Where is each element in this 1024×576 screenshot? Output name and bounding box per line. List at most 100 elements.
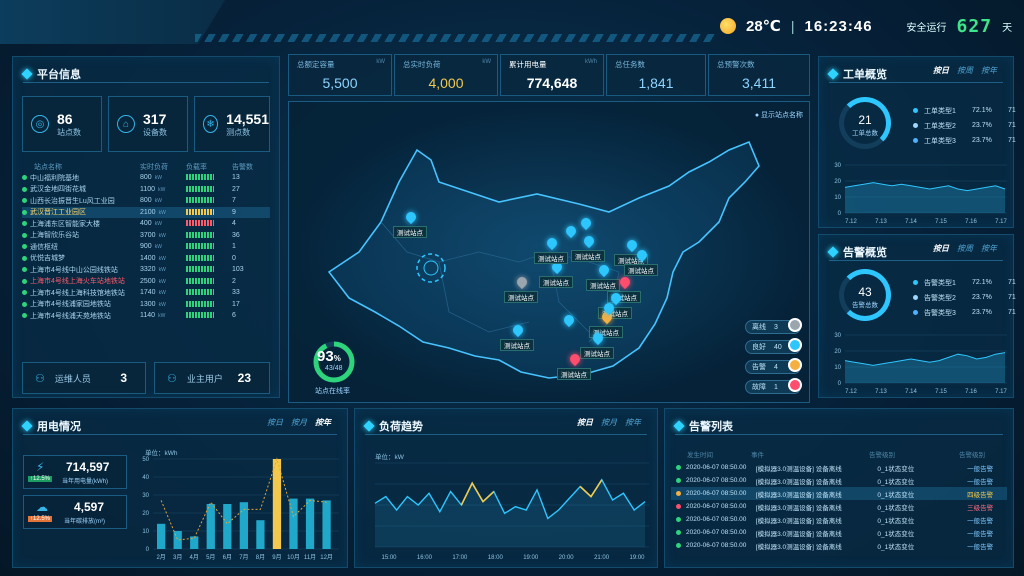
tab-month[interactable]: 按月 bbox=[291, 417, 307, 428]
alarm-type: 0_1状态变位 bbox=[877, 517, 915, 525]
site-name-cell: 武汉晋江工业园区 bbox=[22, 206, 140, 218]
x-tick-label: 5月 bbox=[206, 554, 215, 561]
kpi-realtime-load[interactable]: 总实时负荷 kW 4,000 bbox=[394, 54, 498, 96]
site-name: 上海市4号线浦家园地铁站 bbox=[30, 301, 111, 309]
stat-points-value: 14,551 bbox=[226, 110, 269, 127]
legend-3[interactable]: 故障 1 bbox=[745, 378, 802, 394]
alarm-time: 2020-06-07 08:50.00 bbox=[685, 490, 747, 497]
alarm-list-title: 告警列表 bbox=[673, 417, 1003, 435]
legend-1[interactable]: 良好 40 bbox=[745, 338, 802, 354]
map-station-label: 测试站点 bbox=[500, 339, 534, 351]
legend-2[interactable]: 告警 4 bbox=[745, 358, 802, 374]
site-load-cell: 400 kW bbox=[140, 218, 186, 230]
alarm-row[interactable]: 2020-06-07 08:50.00 [模拟器3.0测温设备] 设备离线 0_1状… bbox=[671, 526, 1007, 539]
legend-0[interactable]: 离线 3 bbox=[745, 318, 802, 334]
alarm-row[interactable]: 2020-06-07 08:50.00 [模拟器3.0测温设备] 设备离线 0_1状… bbox=[671, 500, 1007, 513]
stat-devices-value: 317 bbox=[143, 110, 167, 127]
site-load: 1140 bbox=[140, 312, 156, 320]
site-row[interactable]: 上海市4号线上海科技馆地铁站 1740 kW 33 bbox=[22, 287, 270, 299]
site-name: 上海市4号线上海火车站地铁站 bbox=[30, 278, 125, 286]
tab-week[interactable]: 按周 bbox=[957, 243, 973, 254]
title-diamond-icon bbox=[827, 245, 839, 258]
alarm-row[interactable]: 2020-06-07 08:50.00 [模拟器3.0测温设备] 设备离线 0_1状… bbox=[671, 513, 1007, 526]
usage-carbon-box[interactable]: ☁ ↑12.5% 4,597 当年碳排放(m³) bbox=[23, 495, 127, 529]
site-name: 中山福利院基地 bbox=[30, 174, 79, 182]
site-row[interactable]: 武汉金地四街花城 1100 kW 27 bbox=[22, 184, 270, 196]
site-load-cell: 800 kW bbox=[140, 195, 186, 207]
site-row[interactable]: 通信枢纽 900 kW 1 bbox=[22, 241, 270, 253]
y-tick-label: 30 bbox=[142, 493, 149, 499]
load-rate-bar bbox=[186, 231, 214, 238]
kpi-total-tasks[interactable]: 总任务数 1,841 bbox=[606, 54, 706, 96]
site-row[interactable]: 武汉晋江工业园区 2100 kW 9 bbox=[22, 206, 270, 218]
site-row[interactable]: 上海浦东区智能家大楼 400 kW 4 bbox=[22, 218, 270, 230]
ops-staff[interactable]: ⚇ 运维人员 3 bbox=[22, 362, 146, 394]
tab-year[interactable]: 按年 bbox=[981, 65, 997, 76]
owner-users[interactable]: ⚇ 业主用户 23 bbox=[154, 362, 270, 394]
kpi-value: 3,411 bbox=[742, 75, 776, 91]
site-row[interactable]: 上海智欣乐谷站 3700 kW 36 bbox=[22, 230, 270, 242]
site-map[interactable]: ● 显示站点名称 测试站点 测试站点 测试站点 测试站点 测试站点 测试站点 测试站点 测试站… bbox=[288, 101, 810, 403]
site-row[interactable]: 中山福利院基地 800 kW 13 bbox=[22, 172, 270, 184]
tab-month[interactable]: 按月 bbox=[601, 417, 617, 428]
tab-year[interactable]: 按年 bbox=[981, 243, 997, 254]
legend-label: 故障 bbox=[752, 384, 766, 391]
stat-sites-value: 86 bbox=[57, 110, 73, 127]
tab-day[interactable]: 按日 bbox=[577, 417, 593, 428]
kpi-total-energy[interactable]: 累计用电量 kWh 774,648 bbox=[500, 54, 604, 96]
x-tick-label: 7.15 bbox=[935, 389, 947, 395]
usage-energy-box[interactable]: ⚡ ↑12.5% 714,597 当年用电量(kWh) bbox=[23, 455, 127, 489]
site-row[interactable]: 山西长治振晋生Lu风工业园 800 kW 7 bbox=[22, 195, 270, 207]
kpi-total-warnings[interactable]: 总预警次数 3,411 bbox=[708, 54, 810, 96]
site-row[interactable]: 上海市4号线中山公园线铁站 3320 kW 103 bbox=[22, 264, 270, 276]
alarm-time: 2020-06-07 08:50.00 bbox=[685, 529, 747, 536]
tab-year[interactable]: 按年 bbox=[315, 417, 331, 428]
alarm-list-title-text: 告警列表 bbox=[689, 420, 733, 433]
header-status: 28℃ | 16:23:46 安全运行 627 天 bbox=[700, 8, 1024, 44]
legend-dot bbox=[913, 280, 918, 285]
site-load: 800 bbox=[140, 174, 152, 182]
stat-sites[interactable]: ◎ 86 站点数 bbox=[22, 96, 102, 152]
legend-label: 工单类型1 bbox=[924, 107, 956, 115]
x-tick-label: 8月 bbox=[256, 554, 265, 561]
title-diamond-icon bbox=[21, 67, 33, 80]
site-load-cell: 2500 kW bbox=[140, 276, 186, 288]
status-dot bbox=[22, 186, 27, 192]
workorder-tabs: 按日 按周 按年 bbox=[933, 65, 997, 76]
site-load-cell: 1140 kW bbox=[140, 310, 186, 322]
alarm-event: [模拟器3.0测温设备] 设备离线 bbox=[755, 465, 842, 473]
stat-points[interactable]: ❄ 14,551 测点数 bbox=[194, 96, 270, 152]
tab-week[interactable]: 按周 bbox=[957, 65, 973, 76]
y-tick-label: 10 bbox=[142, 529, 149, 535]
area-fill bbox=[845, 182, 1005, 213]
site-load-cell: 800 kW bbox=[140, 172, 186, 184]
alarm-row[interactable]: 2020-06-07 08:50.00 [模拟器3.0测温设备] 设备离线 0_1状… bbox=[671, 539, 1007, 552]
col-time: 发生时间 bbox=[687, 452, 713, 459]
site-row[interactable]: 优悦吉城梦 1400 kW 0 bbox=[22, 253, 270, 265]
alarm-row[interactable]: 2020-06-07 08:50.00 [模拟器3.0测温设备] 设备离线 0_1状… bbox=[671, 461, 1007, 474]
status-dot bbox=[22, 313, 27, 319]
site-row[interactable]: 上海市4号线浦天苑地铁站 1140 kW 6 bbox=[22, 310, 270, 322]
workorder-title: 工单概览 按日 按周 按年 bbox=[827, 65, 1003, 83]
tab-day[interactable]: 按日 bbox=[267, 417, 283, 428]
kpi-title: 总额定容量 bbox=[297, 60, 335, 69]
bar bbox=[157, 523, 166, 549]
show-names-toggle[interactable]: ● 显示站点名称 bbox=[755, 110, 803, 120]
site-row[interactable]: 上海市4号线浦家园地铁站 1300 kW 17 bbox=[22, 299, 270, 311]
alarm-type: 0_1状态变位 bbox=[877, 478, 915, 486]
tab-day[interactable]: 按日 bbox=[933, 65, 949, 76]
online-pct-sign: % bbox=[333, 354, 341, 363]
site-row[interactable]: 上海市4号线上海火车站地铁站 2500 kW 2 bbox=[22, 276, 270, 288]
site-alarms: 1 bbox=[232, 243, 236, 251]
tab-year[interactable]: 按年 bbox=[625, 417, 641, 428]
col-alarms: 告警数 bbox=[232, 164, 253, 171]
load-trend-title: 负荷趋势 按日 按月 按年 bbox=[363, 417, 647, 435]
tab-day[interactable]: 按日 bbox=[933, 243, 949, 254]
kpi-rated-capacity[interactable]: 总额定容量 kW 5,500 bbox=[288, 54, 392, 96]
site-name: 上海市4号线中山公园线铁站 bbox=[30, 266, 118, 274]
alarm-row[interactable]: 2020-06-07 08:50.00 [模拟器3.0测温设备] 设备离线 0_1状… bbox=[671, 474, 1007, 487]
site-load-unit: kW bbox=[158, 186, 166, 193]
alarm-row[interactable]: 2020-06-07 08:50.00 [模拟器3.0测温设备] 设备离线 0_1状… bbox=[671, 487, 1007, 500]
stat-devices[interactable]: ⌂ 317 设备数 bbox=[108, 96, 188, 152]
site-load-unit: kW bbox=[158, 278, 166, 285]
